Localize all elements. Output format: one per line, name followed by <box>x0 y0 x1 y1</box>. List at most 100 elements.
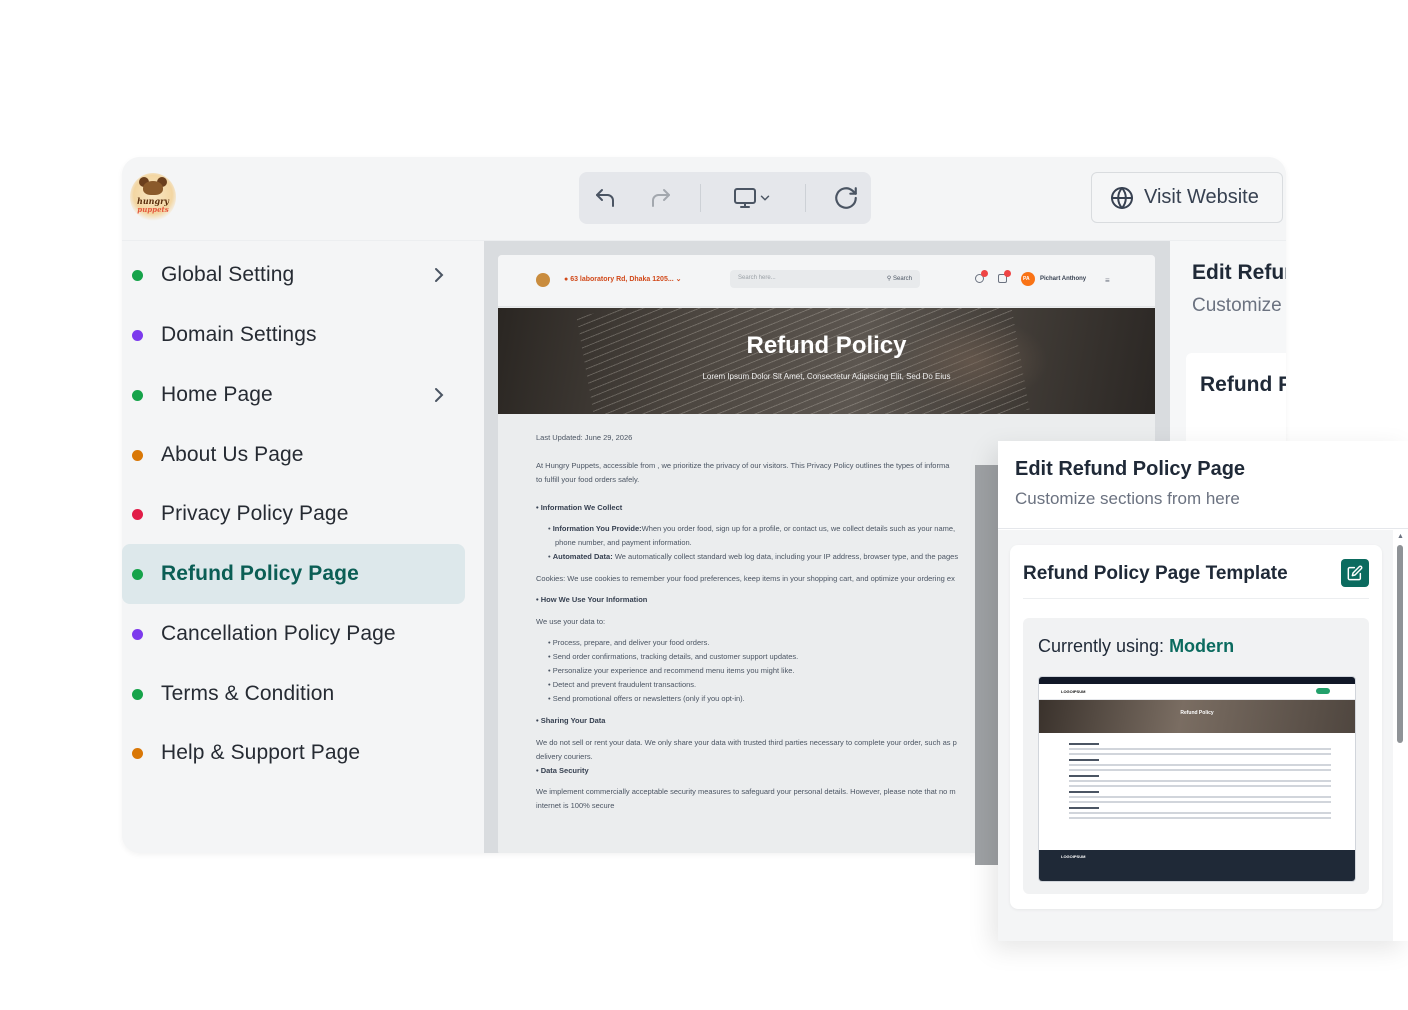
sidebar-item-label: Domain Settings <box>161 323 317 346</box>
section-heading: • Sharing Your Data <box>536 714 1006 728</box>
overlay-shadow <box>975 465 998 865</box>
visit-website-button[interactable]: Visit Website <box>1091 172 1283 223</box>
list-item-text: Process, prepare, and deliver your food … <box>552 638 710 647</box>
brand-logo[interactable]: hungry puppets <box>130 173 176 221</box>
bullet-label: Automated Data: <box>552 552 613 561</box>
thumb-hero: Refund Policy <box>1039 700 1355 733</box>
section-heading: • Information We Collect <box>536 501 1006 515</box>
sidebar-item-label: Privacy Policy Page <box>161 502 349 525</box>
bullet-cont: phone number, and payment information. <box>555 538 692 547</box>
sidebar-nav: Global Setting Domain Settings Home Page… <box>122 241 484 853</box>
sidebar-item-help-support[interactable]: Help & Support Page <box>122 723 465 783</box>
edit-column-card-title: Refund Policy Page Template <box>1200 373 1286 396</box>
editor-tool-group <box>579 172 871 224</box>
edit-column-title: Edit Refund Policy Page <box>1192 261 1286 284</box>
status-dot <box>132 508 143 520</box>
edit-template-button[interactable] <box>1341 559 1369 587</box>
refresh-icon <box>835 187 857 209</box>
sidebar-item-refund-policy[interactable]: Refund Policy Page <box>122 544 465 604</box>
preview-hero: Refund Policy Lorem Ipsum Dolor Sit Amet… <box>498 308 1155 414</box>
preview-logo <box>536 273 550 287</box>
preview-search-label: Search <box>892 276 912 282</box>
preview-search-button: ⚲ Search <box>886 276 912 282</box>
sidebar-item-global-setting[interactable]: Global Setting <box>122 245 465 305</box>
status-dot <box>132 329 143 341</box>
thumb-hero-title: Refund Policy <box>1180 710 1214 716</box>
security-text-cont: internet is 100% secure <box>536 801 615 810</box>
sidebar-item-label: Global Setting <box>161 263 295 286</box>
cart-icon <box>998 270 1011 283</box>
redo-button[interactable] <box>645 182 677 214</box>
list-item-text: Detect and prevent fraudulent transactio… <box>552 680 697 689</box>
hero-subtitle: Lorem Ipsum Dolor Sit Amet, Consectetur … <box>702 372 951 381</box>
redo-icon <box>652 189 670 207</box>
sidebar-item-cancellation-policy[interactable]: Cancellation Policy Page <box>122 604 465 664</box>
sidebar-item-about-us[interactable]: About Us Page <box>122 425 465 485</box>
logo-text-2: puppets <box>137 205 169 214</box>
scrollbar-thumb[interactable] <box>1397 545 1403 743</box>
status-dot <box>132 688 143 700</box>
preview-location-text: 63 laboratory Rd, Dhaka 1205... <box>570 276 674 283</box>
sidebar-item-privacy-policy[interactable]: Privacy Policy Page <box>122 484 465 544</box>
sidebar-item-domain-settings[interactable]: Domain Settings <box>122 305 465 365</box>
bullet-text: When you order food, sign up for a profi… <box>641 524 956 533</box>
card-divider <box>1023 598 1369 599</box>
status-dot <box>132 568 143 580</box>
sidebar-item-terms-condition[interactable]: Terms & Condition <box>122 664 465 724</box>
sidebar-item-label: Home Page <box>161 383 273 406</box>
menu-icon: ≡ <box>1105 276 1110 285</box>
panel-scrollbar[interactable]: ▲ <box>1396 531 1406 941</box>
desktop-icon <box>734 188 756 208</box>
chevron-right-icon <box>435 268 444 282</box>
scroll-up-icon[interactable]: ▲ <box>1397 533 1404 540</box>
section-heading: • Data Security <box>536 764 1006 778</box>
status-dot <box>132 269 143 281</box>
section-heading: • How We Use Your Information <box>536 593 1006 607</box>
list-item: • Detect and prevent fraudulent transact… <box>548 680 697 689</box>
top-toolbar: hungry puppets Visit Website <box>122 157 1286 241</box>
template-card-title: Refund Policy Page Template <box>1023 563 1288 584</box>
device-select[interactable] <box>725 182 779 214</box>
bullet-text: We automatically collect standard web lo… <box>612 552 959 561</box>
undo-icon <box>596 189 614 207</box>
notification-badge <box>1004 270 1011 277</box>
intro-text-cont: to fulfill your food orders safely. <box>536 475 640 484</box>
edit-column-card: Refund Policy Page Template <box>1186 353 1286 453</box>
refresh-button[interactable] <box>830 182 862 214</box>
edit-icon <box>1347 565 1363 581</box>
globe-icon <box>1111 186 1133 209</box>
last-updated: Last Updated: June 29, 2026 <box>536 433 633 442</box>
logo-face <box>143 181 163 195</box>
preview-search-input: Search here... ⚲ Search <box>730 270 920 288</box>
chevron-right-icon <box>435 388 444 402</box>
hero-hand-shadow <box>898 316 1048 406</box>
currently-using-label: Currently using: Modern <box>1038 636 1234 657</box>
preview-location: ● 63 laboratory Rd, Dhaka 1205... ⌄ <box>564 276 682 283</box>
template-thumbnail[interactable]: LOGOIPSUM Refund Policy LOGOIPSUM <box>1038 676 1356 882</box>
hero-title: Refund Policy <box>746 332 907 359</box>
template-card: Refund Policy Page Template Currently us… <box>1010 545 1382 909</box>
thumb-footer: LOGOIPSUM <box>1039 850 1355 881</box>
list-item: • Personalize your experience and recomm… <box>548 666 795 675</box>
preview-navbar: ● 63 laboratory Rd, Dhaka 1205... ⌄ Sear… <box>498 255 1155 307</box>
thumb-signin-pill <box>1316 688 1330 694</box>
using-value: Modern <box>1169 636 1235 656</box>
avatar-initials: PA <box>1023 276 1030 282</box>
sidebar-item-label: Cancellation Policy Page <box>161 622 396 645</box>
undo-button[interactable] <box>589 182 621 214</box>
thumb-logo: LOGOIPSUM <box>1061 689 1086 694</box>
status-dot <box>132 628 143 640</box>
thumb-topbar <box>1039 677 1355 684</box>
status-dot <box>132 449 143 461</box>
heading-collect: • Information We Collect <box>536 503 623 512</box>
list-item-text: Send order confirmations, tracking detai… <box>552 652 799 661</box>
edit-panel-body: Refund Policy Page Template Currently us… <box>998 530 1393 941</box>
status-dot <box>132 389 143 401</box>
toolbar-divider <box>805 184 806 212</box>
sidebar-item-home-page[interactable]: Home Page <box>122 365 465 425</box>
edit-panel-header: Edit Refund Policy Page Customize sectio… <box>998 441 1408 529</box>
edit-panel-title: Edit Refund Policy Page <box>1015 458 1246 480</box>
share-text-cont: delivery couriers. <box>536 752 593 761</box>
status-dot <box>132 747 143 759</box>
using-prefix: Currently using: <box>1038 636 1170 656</box>
